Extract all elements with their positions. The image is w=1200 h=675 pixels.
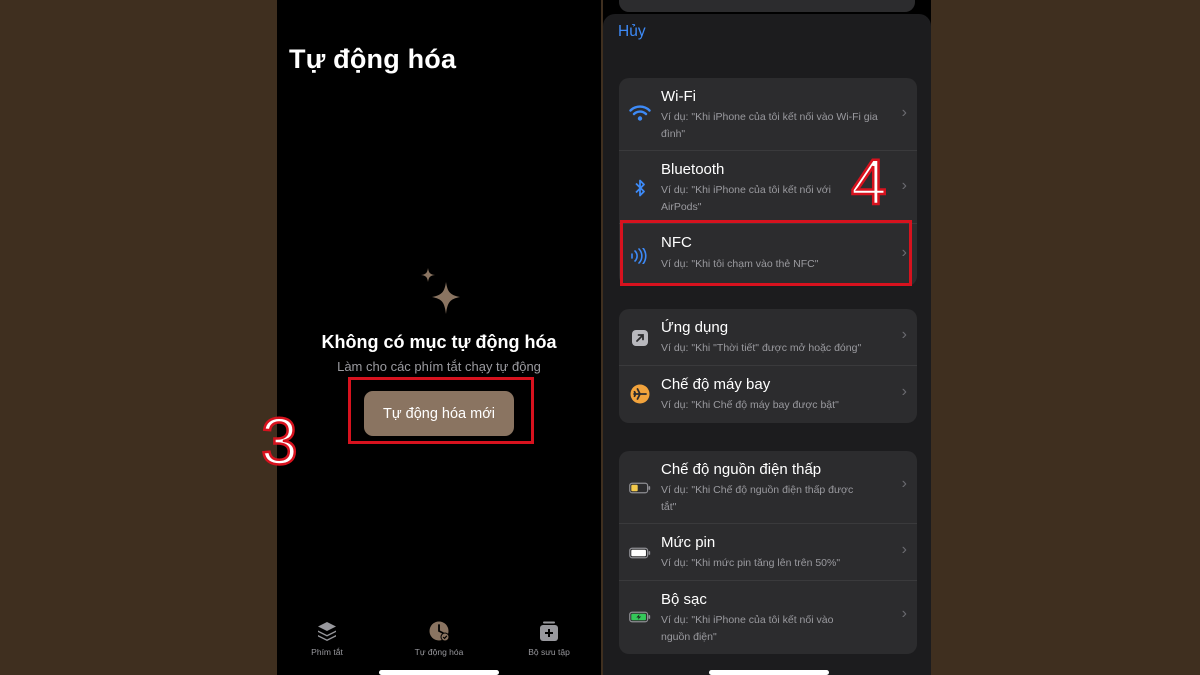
row-title: Chế độ nguồn điện thấp: [661, 461, 822, 478]
tab-label: Tự động hóa: [414, 647, 464, 657]
tab-shortcuts[interactable]: Phím tắt: [277, 620, 377, 657]
layers-icon: [318, 622, 336, 641]
trigger-group-apps: Ứng dụng Ví dụ: "Khi "Thời tiết" được mở…: [619, 309, 917, 423]
trigger-row-wifi[interactable]: Wi-Fi Ví dụ: "Khi iPhone của tôi kết nối…: [619, 78, 917, 151]
row-subtitle: Ví dụ: "Khi iPhone của tôi kết nối vào W…: [661, 111, 878, 140]
step-number-3: 3: [260, 404, 299, 478]
row-subtitle: Ví dụ: "Khi "Thời tiết" được mở hoặc đón…: [661, 342, 862, 354]
row-subtitle: Ví dụ: "Khi Chế độ máy bay được bật": [661, 399, 839, 411]
row-title: Bộ sạc: [661, 591, 707, 608]
empty-state-subtitle: Làm cho các phím tắt chạy tự động: [337, 359, 541, 374]
app-arrow-icon: [629, 327, 651, 349]
tab-bar: Phím tắt Tự động hóa Bộ sưu tập: [277, 612, 601, 675]
battery-icon: [629, 542, 651, 564]
trigger-row-app[interactable]: Ứng dụng Ví dụ: "Khi "Thời tiết" được mở…: [619, 309, 917, 366]
bluetooth-icon: [629, 177, 651, 199]
airplane-icon: [629, 383, 651, 405]
wifi-icon: [629, 102, 651, 124]
automation-screen: Tự động hóa Không có mục tự động hóa Làm…: [277, 0, 601, 675]
chevron-right-icon: ›: [901, 475, 907, 492]
home-indicator: [709, 670, 829, 675]
chevron-right-icon: ›: [901, 104, 907, 121]
trigger-sheet: Hủy Wi-Fi Ví dụ: "Khi iPhone của tôi kết…: [603, 14, 931, 675]
trigger-group-battery: Chế độ nguồn điện thấp Ví dụ: "Khi Chế đ…: [619, 451, 917, 654]
row-title: Mức pin: [661, 534, 716, 551]
chevron-right-icon: ›: [901, 605, 907, 622]
new-automation-sheet-screen: Hủy Wi-Fi Ví dụ: "Khi iPhone của tôi kết…: [603, 0, 931, 675]
highlight-box-nfc: [620, 220, 912, 286]
row-subtitle: Ví dụ: "Khi iPhone của tôi kết nối với A…: [661, 184, 831, 213]
row-title: Chế độ máy bay: [661, 376, 771, 393]
charging-battery-icon: [629, 606, 651, 628]
sparkle-icon: [421, 268, 460, 314]
trigger-row-battery-level[interactable]: Mức pin Ví dụ: "Khi mức pin tăng lên trê…: [619, 524, 917, 581]
trigger-row-airplane-mode[interactable]: Chế độ máy bay Ví dụ: "Khi Chế độ máy ba…: [619, 366, 917, 423]
chevron-right-icon: ›: [901, 383, 907, 400]
low-battery-icon: [629, 477, 651, 499]
row-title: Wi-Fi: [661, 88, 696, 105]
row-title: Bluetooth: [661, 161, 725, 178]
empty-state-title: Không có mục tự động hóa: [321, 332, 557, 352]
page-title: Tự động hóa: [289, 44, 457, 74]
tab-label: Phím tắt: [311, 647, 343, 657]
row-subtitle: Ví dụ: "Khi mức pin tăng lên trên 50%": [661, 557, 841, 569]
gallery-add-icon: [540, 621, 558, 641]
trigger-row-charger[interactable]: Bộ sạc Ví dụ: "Khi iPhone của tôi kết nố…: [619, 581, 917, 654]
row-title: Ứng dụng: [661, 319, 729, 336]
clock-check-icon: [429, 621, 450, 642]
tab-gallery[interactable]: Bộ sưu tập: [499, 620, 599, 657]
row-subtitle: Ví dụ: "Khi Chế độ nguồn điện thấp được …: [661, 484, 854, 513]
step-number-4: 4: [850, 146, 888, 218]
tab-automation[interactable]: Tự động hóa: [389, 620, 489, 657]
row-subtitle: Ví dụ: "Khi iPhone của tôi kết nối vào n…: [661, 614, 834, 643]
cancel-button[interactable]: Hủy: [618, 23, 646, 41]
highlight-box-new-automation: [348, 377, 534, 444]
chevron-right-icon: ›: [901, 177, 907, 194]
trigger-row-low-power-mode[interactable]: Chế độ nguồn điện thấp Ví dụ: "Khi Chế đ…: [619, 451, 917, 524]
chevron-right-icon: ›: [901, 541, 907, 558]
home-indicator: [379, 670, 499, 675]
chevron-right-icon: ›: [901, 326, 907, 343]
sheet-background-card: [619, 0, 915, 12]
tab-label: Bộ sưu tập: [528, 647, 570, 657]
